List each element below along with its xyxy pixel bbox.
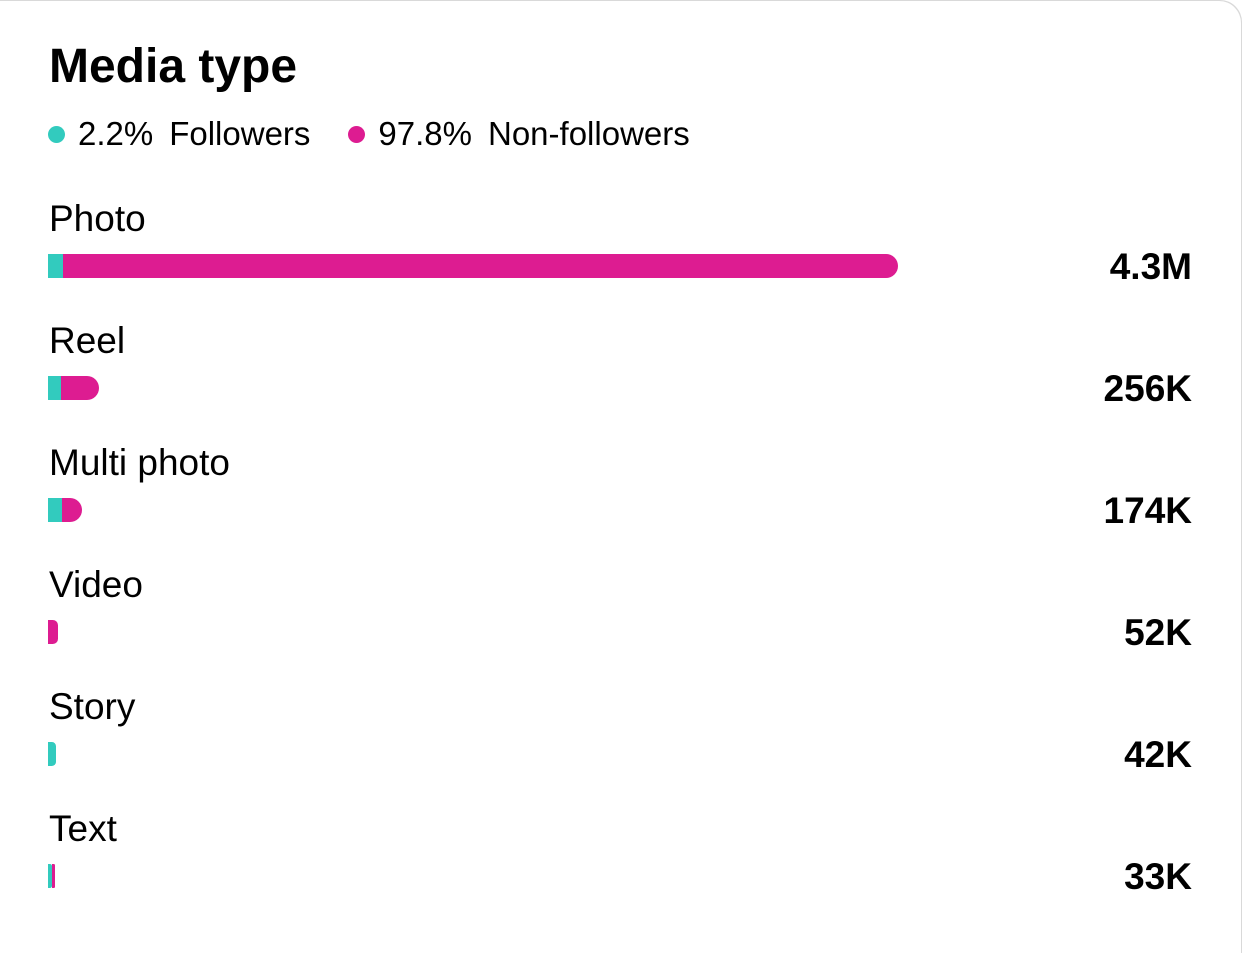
value-label: 174K	[1103, 490, 1192, 531]
value-label: 42K	[1124, 734, 1192, 775]
bar-track	[48, 620, 1048, 644]
bar-track	[48, 498, 1048, 522]
legend-item-followers: 2.2% Followers	[48, 114, 310, 154]
bar-segment-non-followers	[61, 498, 83, 522]
value-label: 52K	[1124, 612, 1192, 653]
bar-track	[48, 864, 1048, 888]
value-label: 4.3M	[1109, 246, 1192, 287]
legend-non-followers-label: Non-followers	[488, 115, 690, 152]
legend-dot-followers	[48, 125, 65, 143]
legend-dot-non-followers	[348, 125, 366, 143]
bar-segment-followers	[48, 498, 62, 522]
bar-track	[48, 254, 1048, 278]
bar-row-text: Text 33K	[0, 807, 1242, 917]
category-label: Photo	[49, 198, 146, 239]
category-label: Story	[49, 686, 136, 727]
media-type-card: Media type 2.2% Followers 97.8% Non-foll…	[0, 0, 1242, 953]
category-label: Text	[49, 808, 117, 849]
bar-row-video: Video 52K	[0, 563, 1242, 673]
bar-segment-non-followers	[52, 864, 55, 888]
legend: 2.2% Followers 97.8% Non-followers	[48, 114, 728, 154]
value-label: 256K	[1103, 368, 1192, 409]
category-label: Video	[49, 564, 143, 605]
legend-followers-percent: 2.2%	[78, 115, 154, 152]
legend-non-followers-percent: 97.8%	[378, 115, 472, 152]
category-label: Multi photo	[49, 442, 230, 483]
card-title: Media type	[49, 40, 298, 93]
category-label: Reel	[49, 320, 126, 361]
bar-segment-followers	[48, 376, 61, 400]
bar-segment-non-followers	[48, 620, 59, 644]
bar-row-story: Story 42K	[0, 685, 1242, 795]
bar-segment-followers	[48, 742, 57, 766]
bar-segment-non-followers	[60, 376, 99, 400]
bar-segment-followers	[48, 254, 64, 278]
bar-track	[48, 742, 1048, 766]
value-label: 33K	[1124, 856, 1192, 897]
legend-item-non-followers: 97.8% Non-followers	[348, 114, 690, 154]
bar-segment-non-followers	[63, 254, 898, 278]
bar-row-reel: Reel 256K	[0, 319, 1242, 429]
bar-track	[48, 376, 1048, 400]
legend-followers-label: Followers	[169, 115, 311, 152]
bar-row-photo: Photo 4.3M	[0, 197, 1242, 307]
bar-row-multi-photo: Multi photo 174K	[0, 441, 1242, 551]
